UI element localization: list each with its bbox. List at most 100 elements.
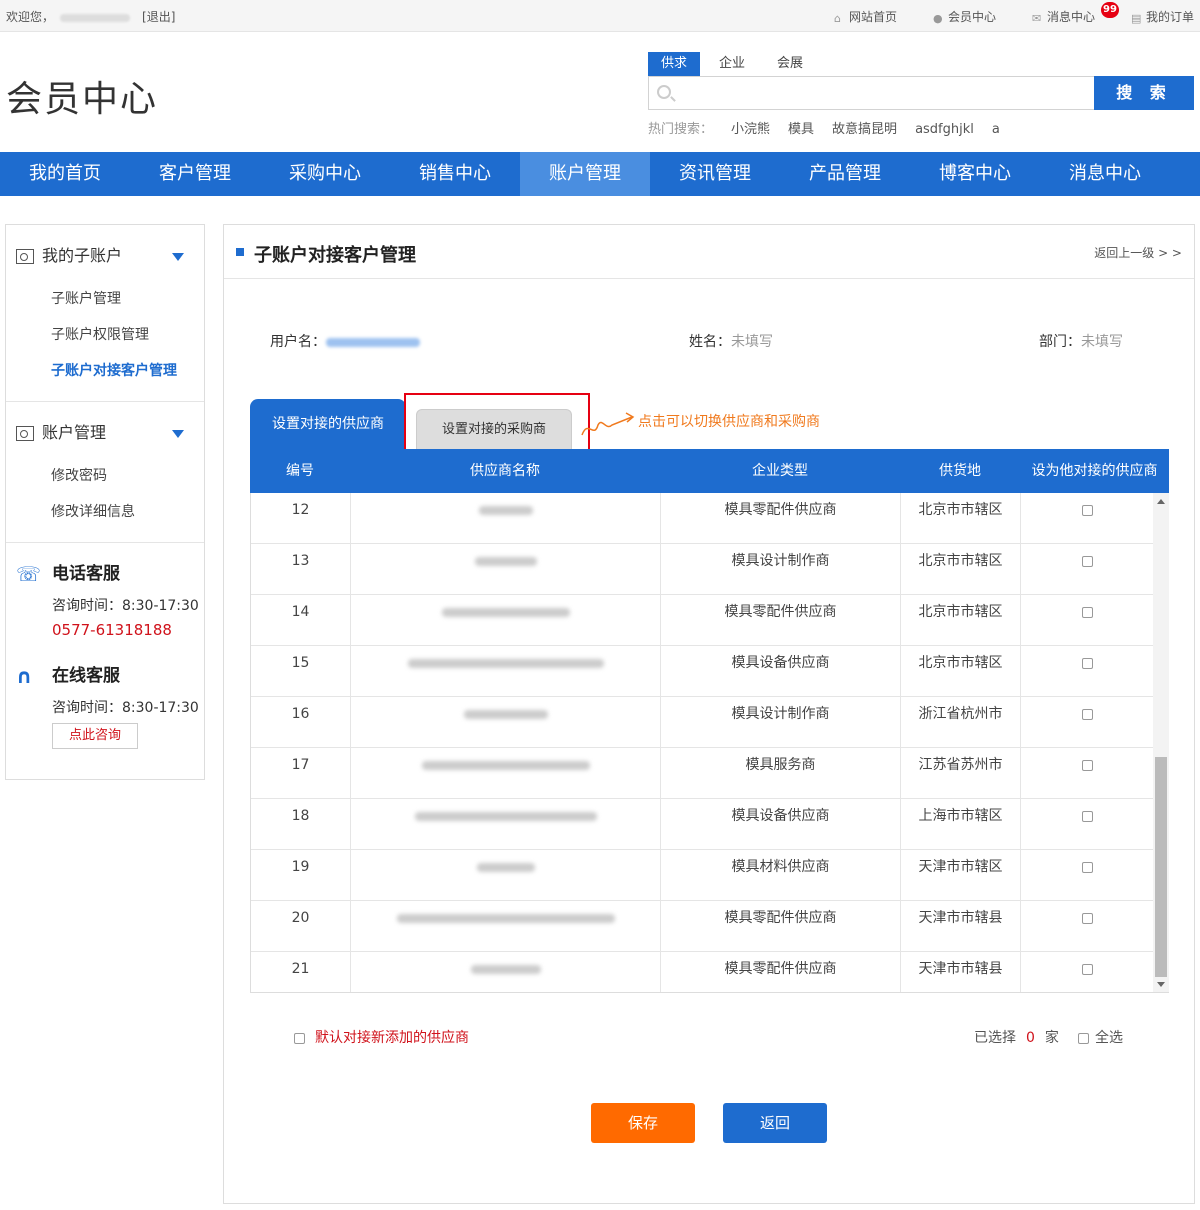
search-tab-supply[interactable]: 供求 [648, 52, 700, 76]
sidebar-item-subaccount-permissions[interactable]: 子账户权限管理 [6, 317, 204, 353]
sidebar-item-subaccount-manage[interactable]: 子账户管理 [6, 281, 204, 317]
selected-count: 已选择 0 家 [974, 1027, 1059, 1047]
row-checkbox[interactable] [1082, 555, 1093, 567]
nav-item-products[interactable]: 产品管理 [780, 152, 910, 196]
table-row: 19 模具材料供应商 天津市市辖区 [251, 850, 1169, 901]
phone-icon: ☏ [16, 562, 42, 586]
nav-item-purchasing[interactable]: 采购中心 [260, 152, 390, 196]
nav-item-blog[interactable]: 博客中心 [910, 152, 1040, 196]
table-row: 12 模具零配件供应商 北京市市辖区 [251, 493, 1169, 544]
sidebar-group-title: 我的子账户 [42, 246, 123, 265]
row-checkbox[interactable] [1082, 759, 1093, 771]
scroll-down-icon[interactable] [1157, 982, 1165, 987]
table-row: 15 模具设备供应商 北京市市辖区 [251, 646, 1169, 697]
name-field: 姓名：未填写 [689, 331, 773, 351]
hot-word[interactable]: asdfghjkl [915, 122, 974, 137]
table-row: 14 模具零配件供应商 北京市市辖区 [251, 595, 1169, 646]
hot-word[interactable]: 小浣熊 [731, 122, 770, 137]
arrow-icon [581, 412, 635, 436]
table-body[interactable]: 12 模具零配件供应商 北京市市辖区 13 模具设计制作商 北京市市辖区 14 模具零配件… [250, 493, 1169, 993]
page-title: 子账户对接客户管理 [254, 245, 416, 266]
supplier-table: 编号 供应商名称 企业类型 供货地 设为他对接的供应商 12 模具零配件供应商 北京… [250, 449, 1169, 993]
row-checkbox[interactable] [1082, 606, 1093, 618]
select-all-option[interactable]: 全选 [1078, 1027, 1123, 1047]
hot-word[interactable]: 故意搞昆明 [832, 122, 897, 137]
headset-icon: ∩ [16, 664, 33, 688]
main-nav: 我的首页 客户管理 采购中心 销售中心 账户管理 资讯管理 产品管理 博客中心 … [0, 152, 1200, 196]
hot-word[interactable]: 模具 [788, 122, 814, 137]
id-card-icon [16, 249, 34, 264]
selected-label: 已选择 [974, 1030, 1016, 1046]
search-tab-company[interactable]: 企业 [706, 52, 758, 76]
row-checkbox[interactable] [1082, 810, 1093, 822]
consult-button[interactable]: 点此咨询 [52, 723, 138, 749]
sidebar-group-header[interactable]: 账户管理 [6, 402, 204, 458]
cell-id: 12 [251, 493, 351, 543]
nav-item-account[interactable]: 账户管理 [520, 152, 650, 196]
cell-id: 14 [251, 595, 351, 645]
masked-supplier-name [463, 709, 548, 719]
member-center-link[interactable]: ● 会员中心 [933, 8, 996, 25]
hot-word[interactable]: a [992, 122, 1000, 137]
return-button[interactable]: 返回 [723, 1103, 827, 1143]
table-scrollbar[interactable] [1153, 493, 1169, 992]
nav-item-sales[interactable]: 销售中心 [390, 152, 520, 196]
masked-supplier-name [414, 811, 597, 821]
cell-type: 模具设计制作商 [661, 697, 901, 747]
search-input[interactable] [648, 76, 1094, 110]
hot-search: 热门搜索： 小浣熊 模具 故意搞昆明 asdfghjkl a [648, 118, 1194, 137]
cart-icon: ▤ [1130, 12, 1142, 25]
row-checkbox[interactable] [1082, 963, 1093, 975]
scroll-thumb[interactable] [1155, 757, 1167, 977]
row-checkbox[interactable] [1082, 657, 1093, 669]
cell-type: 模具零配件供应商 [661, 952, 901, 992]
sidebar-item-change-password[interactable]: 修改密码 [6, 458, 204, 494]
cell-type: 模具设计制作商 [661, 544, 901, 594]
search-tabs: 供求 企业 会展 [648, 52, 1194, 76]
scroll-up-icon[interactable] [1157, 499, 1165, 504]
my-orders-label: 我的订单 [1145, 10, 1194, 24]
cell-type: 模具设备供应商 [661, 799, 901, 849]
default-connect-option[interactable]: 默认对接新添加的供应商 [294, 1027, 469, 1047]
home-link[interactable]: ⌂ 网站首页 [834, 8, 897, 25]
column-header-place: 供货地 [939, 463, 981, 479]
row-checkbox[interactable] [1082, 912, 1093, 924]
cell-id: 15 [251, 646, 351, 696]
row-checkbox[interactable] [1082, 861, 1093, 873]
save-button[interactable]: 保存 [591, 1103, 695, 1143]
column-header-name: 供应商名称 [470, 463, 540, 479]
title-marker [236, 248, 244, 256]
home-icon: ⌂ [833, 12, 841, 25]
sidebar-item-subaccount-customers[interactable]: 子账户对接客户管理 [6, 353, 204, 389]
back-link[interactable]: 返回上一级 > > [1094, 244, 1182, 261]
search-button[interactable]: 搜 索 [1094, 76, 1194, 110]
logout-link[interactable]: [退出] [142, 10, 175, 24]
online-service-label: 在线客服 [52, 666, 120, 686]
cell-select [1021, 493, 1154, 543]
masked-supplier-name [396, 913, 615, 923]
row-checkbox[interactable] [1082, 504, 1093, 516]
default-connect-checkbox[interactable] [294, 1032, 305, 1044]
nav-item-home[interactable]: 我的首页 [0, 152, 130, 196]
sidebar-item-edit-details[interactable]: 修改详细信息 [6, 494, 204, 530]
nav-item-messages[interactable]: 消息中心 [1040, 152, 1170, 196]
my-orders-link[interactable]: ▤ 我的订单 [1131, 8, 1194, 25]
phone-service-hours: 咨询时间：8:30-17:30 [52, 598, 199, 614]
search-tab-expo[interactable]: 会展 [764, 52, 816, 76]
account-icon [16, 426, 34, 441]
nav-item-news[interactable]: 资讯管理 [650, 152, 780, 196]
sidebar-group-account: 账户管理 修改密码 修改详细信息 [6, 402, 204, 543]
cell-place: 天津市市辖县 [901, 901, 1021, 951]
welcome-text: 欢迎您， [6, 10, 55, 24]
cell-select [1021, 748, 1154, 798]
nav-item-customers[interactable]: 客户管理 [130, 152, 260, 196]
sidebar-group-header[interactable]: 我的子账户 [6, 225, 204, 281]
select-all-checkbox[interactable] [1078, 1032, 1089, 1044]
username-label: 用户名： [270, 334, 326, 350]
message-center-link[interactable]: ✉ 消息中心 99 [1032, 2, 1119, 25]
tab-supplier[interactable]: 设置对接的供应商 [250, 399, 406, 449]
customer-service: ☏ 电话客服 咨询时间：8:30-17:30 0577-61318188 ∩ 在线客… [6, 543, 204, 749]
row-checkbox[interactable] [1082, 708, 1093, 720]
cell-place: 北京市市辖区 [901, 493, 1021, 543]
masked-supplier-name [441, 607, 570, 617]
